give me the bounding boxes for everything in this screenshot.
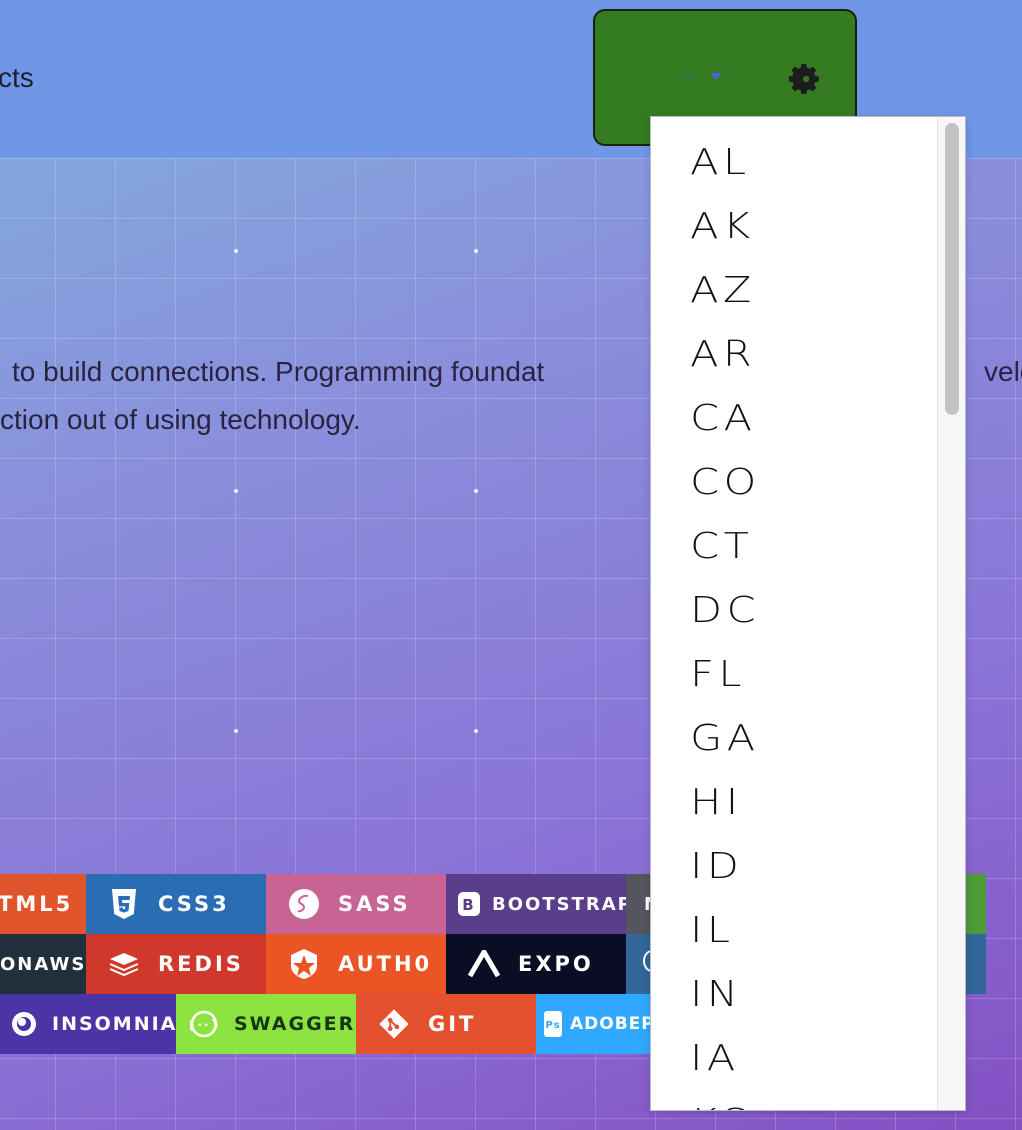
redis-icon xyxy=(108,948,140,980)
dropdown-option[interactable]: IN xyxy=(651,963,965,1027)
intro-text: to build connections. Programming founda… xyxy=(0,348,1022,444)
badge-bootstrap: B BOOTSTRAP xyxy=(446,874,626,934)
badge-insomnia: INSOMNIA xyxy=(0,994,176,1054)
grid-dot xyxy=(234,489,238,493)
dropdown-option[interactable]: CA xyxy=(651,387,965,451)
dropdown-scrollbar[interactable] xyxy=(937,117,965,1110)
swagger-icon: {··} xyxy=(188,1008,220,1040)
badge-redis: REDIS xyxy=(86,934,266,994)
badge-sass: SASS xyxy=(266,874,446,934)
dropdown-option[interactable]: DC xyxy=(651,579,965,643)
badge-git: GIT xyxy=(356,994,536,1054)
git-icon xyxy=(378,1008,410,1040)
sass-icon xyxy=(288,888,320,920)
svg-text:{··}: {··} xyxy=(190,1018,218,1032)
grid-dot xyxy=(234,249,238,253)
badge-swagger: {··} SWAGGER xyxy=(176,994,356,1054)
dropdown-scrollbar-thumb[interactable] xyxy=(945,123,959,415)
grid-dot xyxy=(234,729,238,733)
dropdown-option[interactable]: CT xyxy=(651,515,965,579)
photoshop-icon: Ps xyxy=(544,1008,562,1040)
dropdown-option[interactable]: CO xyxy=(651,451,965,515)
dropdown-option[interactable]: IA xyxy=(651,1027,965,1091)
grid-dot xyxy=(474,729,478,733)
badge-photoshop: Ps ADOBEPHOT xyxy=(536,994,656,1054)
dropdown-option[interactable]: AK xyxy=(651,195,965,259)
badge-css3: CSS3 xyxy=(86,874,266,934)
dropdown-option[interactable]: IL xyxy=(651,899,965,963)
dropdown-options: AL AK AZ AR CA CO CT DC FL GA HI ID IL I… xyxy=(651,131,936,1110)
dropdown-option[interactable]: KS xyxy=(651,1091,965,1110)
caret-down-icon[interactable] xyxy=(710,73,722,80)
bootstrap-icon: B xyxy=(458,888,480,920)
state-dropdown-list[interactable]: AL AK AZ AR CA CO CT DC FL GA HI ID IL I… xyxy=(650,116,966,1111)
badge-html5: TML5 xyxy=(0,874,86,934)
dropdown-option[interactable]: FL xyxy=(651,643,965,707)
dropdown-option[interactable]: GA xyxy=(651,707,965,771)
dropdown-option[interactable]: AL xyxy=(651,131,965,195)
badge-auth0: AUTH0 xyxy=(266,934,446,994)
intro-line-2: ction out of using technology. xyxy=(0,404,361,435)
expo-icon xyxy=(468,948,500,980)
grid-dot xyxy=(474,249,478,253)
grid-dot xyxy=(474,489,478,493)
svg-text:Ps: Ps xyxy=(545,1020,560,1031)
svg-text:B: B xyxy=(462,896,475,914)
badge-aws: ONAWS xyxy=(0,934,86,994)
nav-link-projects[interactable]: cts xyxy=(0,62,34,94)
dropdown-option[interactable]: ID xyxy=(651,835,965,899)
css3-icon xyxy=(108,888,140,920)
state-select[interactable]: -- xyxy=(681,67,694,85)
intro-line-1: to build connections. Programming founda… xyxy=(12,356,1022,387)
dropdown-option[interactable]: AR xyxy=(651,323,965,387)
dropdown-option[interactable]: AZ xyxy=(651,259,965,323)
gear-icon[interactable] xyxy=(787,62,821,96)
dropdown-option[interactable]: HI xyxy=(651,771,965,835)
auth0-icon xyxy=(288,948,320,980)
insomnia-icon xyxy=(8,1008,40,1040)
badge-expo: EXPO xyxy=(446,934,626,994)
